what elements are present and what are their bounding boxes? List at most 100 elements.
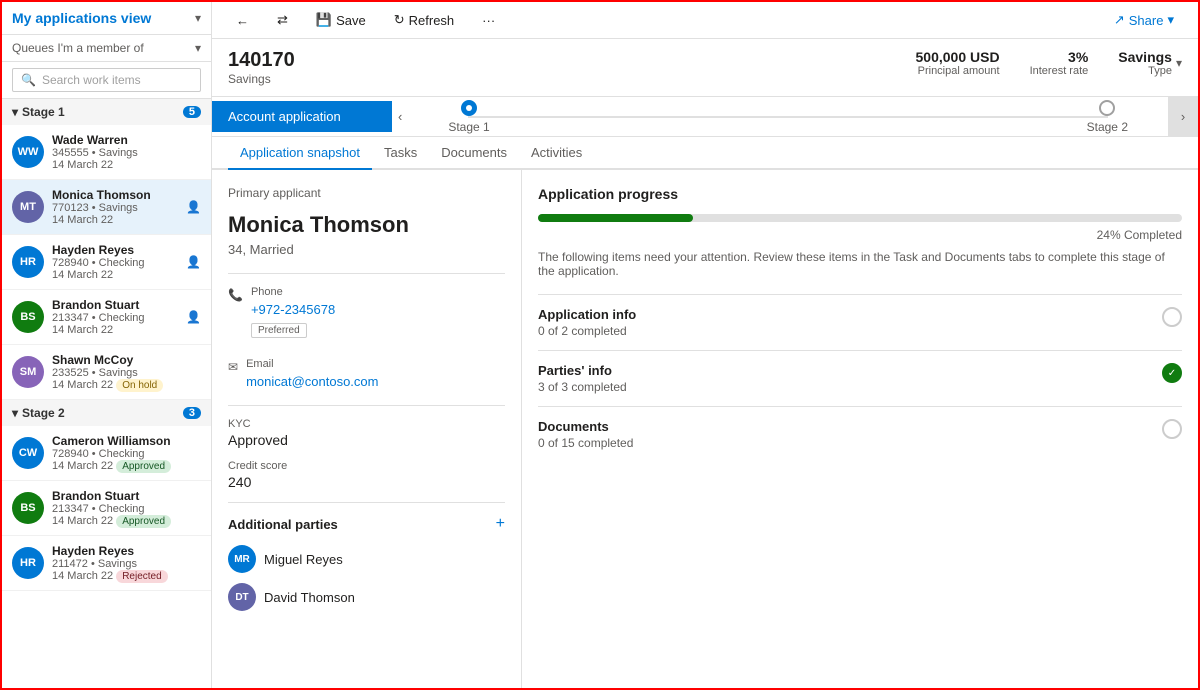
list-item[interactable]: CW Cameron Williamson 728940 • Checking …: [2, 426, 211, 481]
tab-application-snapshot[interactable]: Application snapshot: [228, 137, 372, 170]
item-sub: 728940 • Checking: [52, 448, 201, 460]
refresh-cycle-button[interactable]: ⇄: [269, 8, 296, 32]
search-placeholder: Search work items: [42, 73, 141, 87]
tab-tasks[interactable]: Tasks: [372, 137, 429, 170]
record-subtitle: Savings: [228, 72, 295, 86]
kyc-label: KYC: [228, 418, 505, 430]
assign-icon: 👤: [186, 310, 201, 324]
stage-2-label: Stage 2: [22, 406, 183, 420]
avatar: SM: [12, 356, 44, 388]
stage-1-dot: [461, 100, 477, 116]
nav-tabs: Application snapshot Tasks Documents Act…: [212, 137, 1198, 170]
progress-item-sub: 3 of 3 completed: [538, 380, 1162, 394]
add-party-button[interactable]: +: [496, 515, 505, 533]
queues-chevron-icon: ▾: [195, 41, 201, 55]
sidebar-title: My applications view: [12, 10, 151, 26]
item-name: Brandon Stuart: [52, 298, 178, 312]
save-icon: 💾: [316, 12, 332, 28]
stage-1-item: Stage 1: [448, 100, 489, 134]
stage-1-header[interactable]: ▾ Stage 1 5: [2, 99, 211, 125]
stage-2-count: 3: [183, 407, 201, 419]
refresh-icon: ↻: [394, 12, 405, 28]
stage-tab[interactable]: Account application: [212, 101, 392, 132]
progress-item-name: Application info: [538, 307, 1162, 322]
savings-chevron-icon: ▾: [1176, 56, 1182, 70]
item-date: 14 March 22 Approved: [52, 515, 201, 527]
phone-label: Phone: [251, 286, 335, 298]
item-sub: 211472 • Savings: [52, 558, 201, 570]
stage-2-header[interactable]: ▾ Stage 2 3: [2, 400, 211, 426]
item-date: 14 March 22 Approved: [52, 460, 201, 472]
email-label: Email: [246, 358, 378, 370]
more-button[interactable]: ···: [474, 9, 503, 32]
progress-item-sub: 0 of 2 completed: [538, 324, 1162, 338]
stage-tab-label: Account application: [228, 109, 341, 124]
refresh-button[interactable]: ↻ Refresh: [386, 8, 462, 32]
save-button[interactable]: 💾 Save: [308, 8, 374, 32]
avatar: HR: [12, 246, 44, 278]
stage-2-toggle-icon: ▾: [12, 406, 18, 420]
progress-item-name: Documents: [538, 419, 1162, 434]
search-box: 🔍 Search work items: [2, 62, 211, 99]
progress-item-name: Parties' info: [538, 363, 1162, 378]
item-name: Wade Warren: [52, 133, 201, 147]
search-input[interactable]: 🔍 Search work items: [12, 68, 201, 92]
progress-percent: 24% Completed: [1097, 228, 1182, 242]
list-item[interactable]: SM Shawn McCoy 233525 • Savings 14 March…: [2, 345, 211, 400]
contact-section: 📞 Phone +972-2345678 Preferred ✉ Email m…: [228, 273, 505, 393]
record-id: 140170: [228, 49, 295, 72]
progress-title: Application progress: [538, 186, 1182, 202]
party-name: Miguel Reyes: [264, 552, 343, 567]
credit-value: 240: [228, 474, 505, 490]
content-area: Primary applicant Monica Thomson 34, Mar…: [212, 170, 1198, 688]
credit-label: Credit score: [228, 460, 505, 472]
additional-parties-section: Additional parties + MR Miguel Reyes DT …: [228, 502, 505, 611]
record-header: 140170 Savings 500,000 USD Principal amo…: [212, 39, 1198, 97]
party-avatar: DT: [228, 583, 256, 611]
progress-item-sub: 0 of 15 completed: [538, 436, 1162, 450]
queues-label: Queues I'm a member of: [12, 41, 144, 55]
stage-next-button[interactable]: ›: [1168, 97, 1198, 136]
main-content: ← ⇄ 💾 Save ↻ Refresh ··· ↗ Share ▾: [212, 2, 1198, 688]
party-name: David Thomson: [264, 590, 355, 605]
list-item[interactable]: HR Hayden Reyes 211472 • Savings 14 Marc…: [2, 536, 211, 591]
avatar: MT: [12, 191, 44, 223]
stage-prev-button[interactable]: ‹: [392, 109, 408, 124]
avatar: HR: [12, 547, 44, 579]
back-icon: ←: [236, 13, 249, 28]
tab-documents[interactable]: Documents: [429, 137, 519, 170]
item-sub: 345555 • Savings: [52, 147, 201, 159]
item-name: Hayden Reyes: [52, 243, 178, 257]
item-name: Brandon Stuart: [52, 489, 201, 503]
progress-item: Parties' info 3 of 3 completed ✓: [538, 350, 1182, 406]
item-date: 14 March 22: [52, 324, 178, 336]
email-icon: ✉: [228, 360, 238, 374]
kyc-section: KYC Approved Credit score 240: [228, 405, 505, 490]
stage-1-count: 5: [183, 106, 201, 118]
toolbar: ← ⇄ 💾 Save ↻ Refresh ··· ↗ Share ▾: [212, 2, 1198, 39]
item-date: 14 March 22: [52, 159, 201, 171]
list-item[interactable]: MT Monica Thomson 770123 • Savings 14 Ma…: [2, 180, 211, 235]
item-date: 14 March 22: [52, 269, 178, 281]
tab-activities[interactable]: Activities: [519, 137, 594, 170]
avatar: BS: [12, 492, 44, 524]
list-item[interactable]: BS Brandon Stuart 213347 • Checking 14 M…: [2, 290, 211, 345]
stage-progress: Stage 1 Stage 2: [408, 100, 1168, 134]
kyc-value: Approved: [228, 432, 505, 448]
avatar: WW: [12, 136, 44, 168]
share-icon: ↗: [1114, 12, 1125, 28]
sidebar: My applications view ▾ Queues I'm a memb…: [2, 2, 212, 688]
item-sub: 770123 • Savings: [52, 202, 178, 214]
queues-header[interactable]: Queues I'm a member of ▾: [2, 35, 211, 62]
cycle-icon: ⇄: [277, 12, 288, 28]
phone-value: +972-2345678: [251, 302, 335, 317]
principal-amount: 500,000 USD Principal amount: [916, 49, 1000, 77]
list-item[interactable]: BS Brandon Stuart 213347 • Checking 14 M…: [2, 481, 211, 536]
sidebar-header[interactable]: My applications view ▾: [2, 2, 211, 35]
list-item[interactable]: WW Wade Warren 345555 • Savings 14 March…: [2, 125, 211, 180]
savings-type: Savings Type ▾: [1118, 49, 1182, 77]
share-button[interactable]: ↗ Share ▾: [1106, 8, 1182, 32]
back-button[interactable]: ←: [228, 9, 257, 32]
item-sub: 728940 • Checking: [52, 257, 178, 269]
list-item[interactable]: HR Hayden Reyes 728940 • Checking 14 Mar…: [2, 235, 211, 290]
